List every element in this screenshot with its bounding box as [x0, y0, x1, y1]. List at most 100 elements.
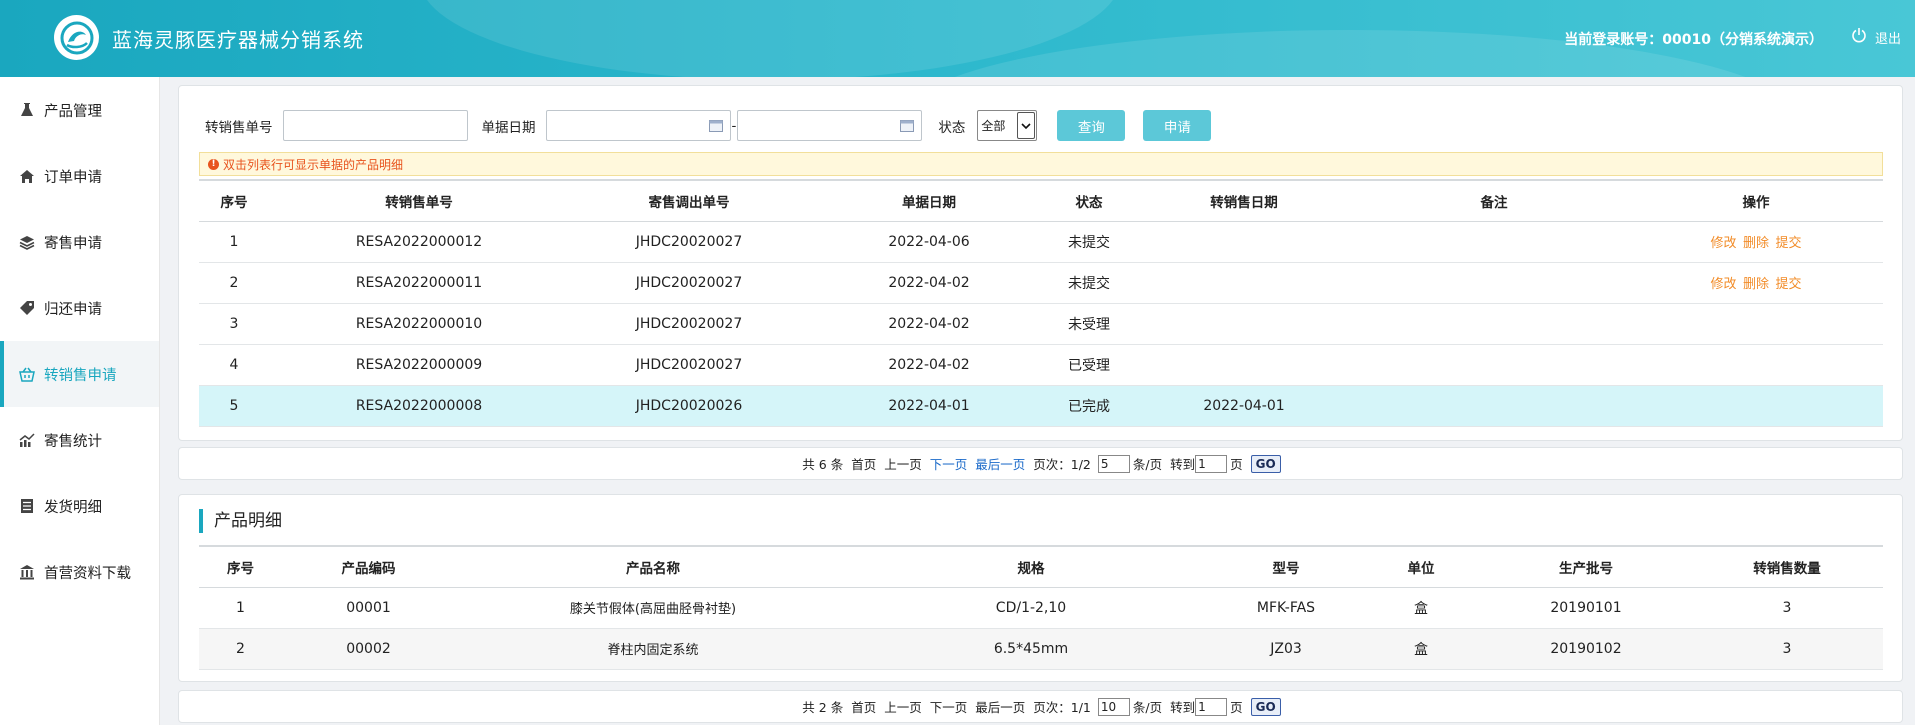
tip-text: 双击列表行可显示单据的产品明细: [223, 157, 404, 172]
cell-no: 5: [199, 385, 269, 427]
status-select-value: 全部: [981, 119, 1006, 133]
column-header: 产品名称: [455, 545, 851, 588]
pager-go-button[interactable]: GO: [1250, 454, 1281, 473]
sidebar-item-label: 寄售统计: [44, 433, 102, 450]
pager-per-page-input[interactable]: 5: [1097, 454, 1130, 473]
pager-last[interactable]: 最后一页: [975, 697, 1025, 716]
filter-bar: 转销售单号 单据日期 - 状态 全部 查询 申请: [205, 110, 1212, 141]
cell-status: 未提交: [1049, 262, 1129, 304]
cell-resale-no: RESA2022000011: [269, 262, 569, 304]
cell-spec: CD/1-2,10: [851, 587, 1211, 629]
column-header: 型号: [1211, 545, 1361, 588]
cell-consign-no: JHDC20020027: [569, 344, 809, 386]
pager-goto-input[interactable]: 1: [1195, 454, 1228, 473]
sidebar-item-label: 归还申请: [44, 301, 102, 318]
pager-goto-label: 转到: [1170, 457, 1196, 472]
table-row[interactable]: 4 RESA2022000009 JHDC20020027 2022-04-02…: [199, 344, 1883, 386]
cell-resale-no: RESA2022000009: [269, 344, 569, 386]
date-to-input[interactable]: [737, 110, 923, 141]
pager-first[interactable]: 首页: [851, 697, 876, 716]
cell-qty: 3: [1691, 587, 1883, 629]
date-separator: -: [731, 117, 737, 134]
cell-remark: [1359, 303, 1629, 345]
sidebar-item-order-apply[interactable]: 订单申请: [0, 143, 159, 209]
sidebar-item-shipment-detail[interactable]: 发货明细: [0, 473, 159, 539]
edit-link[interactable]: 修改: [1711, 277, 1737, 292]
pager-goto-input[interactable]: 1: [1195, 697, 1228, 716]
sidebar-item-consign-apply[interactable]: 寄售申请: [0, 209, 159, 275]
pager-next[interactable]: 下一页: [930, 454, 968, 473]
pager-prev[interactable]: 上一页: [884, 454, 922, 473]
sidebar-item-label: 发货明细: [44, 499, 102, 516]
column-header: 序号: [199, 545, 282, 588]
table-row[interactable]: 2 RESA2022000011 JHDC20020027 2022-04-02…: [199, 262, 1883, 304]
edit-link[interactable]: 修改: [1711, 236, 1737, 251]
top-header: 蓝海灵豚医疗器械分销系统 当前登录账号：00010（分销系统演示） 退出: [0, 0, 1915, 77]
sidebar-item-return-apply[interactable]: 归还申请: [0, 275, 159, 341]
pager-goto-label: 转到: [1170, 700, 1196, 715]
delete-link[interactable]: 删除: [1743, 277, 1769, 292]
column-header: 单位: [1361, 545, 1481, 588]
column-header: 转销售数量: [1691, 545, 1883, 588]
submit-link[interactable]: 提交: [1775, 236, 1801, 251]
apply-button[interactable]: 申请: [1143, 110, 1212, 141]
sidebar-item-resale-apply[interactable]: 转销售申请: [0, 341, 159, 407]
pager-first[interactable]: 首页: [851, 454, 876, 473]
cell-unit: 盒: [1361, 587, 1481, 629]
cell-no: 3: [199, 303, 269, 345]
power-icon: [1851, 27, 1867, 47]
chart-icon: [18, 431, 36, 449]
cell-resale-no: RESA2022000010: [269, 303, 569, 345]
pager-total: 共 6 条: [802, 457, 844, 472]
sidebar-item-label: 转销售申请: [44, 367, 117, 384]
pager-prev[interactable]: 上一页: [884, 697, 922, 716]
table-row-selected[interactable]: 5 RESA2022000008 JHDC20020026 2022-04-01…: [199, 385, 1883, 427]
sidebar-item-consign-stats[interactable]: 寄售统计: [0, 407, 159, 473]
pager-last[interactable]: 最后一页: [975, 454, 1025, 473]
cell-status: 未提交: [1049, 221, 1129, 263]
detail-table-wrap: 序号 产品编码 产品名称 规格 型号 单位 生产批号 转销售数量 1 00001…: [199, 545, 1883, 670]
basket-icon: [18, 365, 36, 383]
pager-page-unit: 页: [1230, 700, 1243, 715]
order-no-input[interactable]: [282, 110, 468, 141]
table-row[interactable]: 1 RESA2022000012 JHDC20020027 2022-04-06…: [199, 221, 1883, 263]
sidebar-item-product-management[interactable]: 产品管理: [0, 77, 159, 143]
account-info: 当前登录账号：00010（分销系统演示）: [1564, 32, 1823, 48]
cell-remark: [1359, 221, 1629, 263]
home-icon: [18, 167, 36, 185]
column-header: 序号: [199, 179, 269, 222]
column-header: 备注: [1359, 179, 1629, 222]
status-select[interactable]: 全部: [977, 110, 1038, 141]
table-row[interactable]: 1 00001 膝关节假体(高屈曲胫骨衬垫) CD/1-2,10 MFK-FAS…: [199, 587, 1883, 629]
cell-consign-no: JHDC20020027: [569, 221, 809, 263]
cell-ops: [1629, 344, 1883, 386]
cell-resale-date: [1129, 221, 1359, 263]
detail-panel: 产品明细 序号 产品编码 产品名称 规格 型号 单位 生产批号 转销售数量 1 …: [178, 494, 1903, 682]
column-header: 产品编码: [282, 545, 455, 588]
orders-panel: 转销售单号 单据日期 - 状态 全部 查询 申请 ! 双击列表行可显示单据的产品…: [178, 85, 1903, 441]
calendar-icon[interactable]: [708, 119, 723, 136]
cell-model: JZ03: [1211, 628, 1361, 670]
cell-no: 2: [199, 628, 282, 670]
cell-status: 未受理: [1049, 303, 1129, 345]
tip-banner: ! 双击列表行可显示单据的产品明细: [199, 152, 1883, 176]
logout-button[interactable]: 退出: [1851, 27, 1901, 47]
pager-next[interactable]: 下一页: [930, 697, 968, 716]
cell-remark: [1359, 262, 1629, 304]
column-header: 转销售日期: [1129, 179, 1359, 222]
detail-pager-panel: 共 2 条 首页 上一页 下一页 最后一页 页次：1/1 10 条/页 转到 1…: [178, 690, 1903, 723]
cell-resale-no: RESA2022000012: [269, 221, 569, 263]
chevron-down-icon: [1017, 112, 1036, 139]
table-row[interactable]: 3 RESA2022000010 JHDC20020027 2022-04-02…: [199, 303, 1883, 345]
delete-link[interactable]: 删除: [1743, 236, 1769, 251]
submit-link[interactable]: 提交: [1775, 277, 1801, 292]
sidebar-item-docs-download[interactable]: 首营资料下载: [0, 539, 159, 605]
table-row[interactable]: 2 00002 脊柱内固定系统 6.5*45mm JZ03 盒 20190102…: [199, 628, 1883, 670]
cell-ops: [1629, 385, 1883, 427]
date-from-input[interactable]: [545, 110, 731, 141]
query-button[interactable]: 查询: [1057, 110, 1126, 141]
pager-go-button[interactable]: GO: [1250, 697, 1281, 716]
calendar-icon[interactable]: [900, 119, 915, 136]
cell-consign-no: JHDC20020027: [569, 262, 809, 304]
pager-per-page-input[interactable]: 10: [1097, 697, 1130, 716]
